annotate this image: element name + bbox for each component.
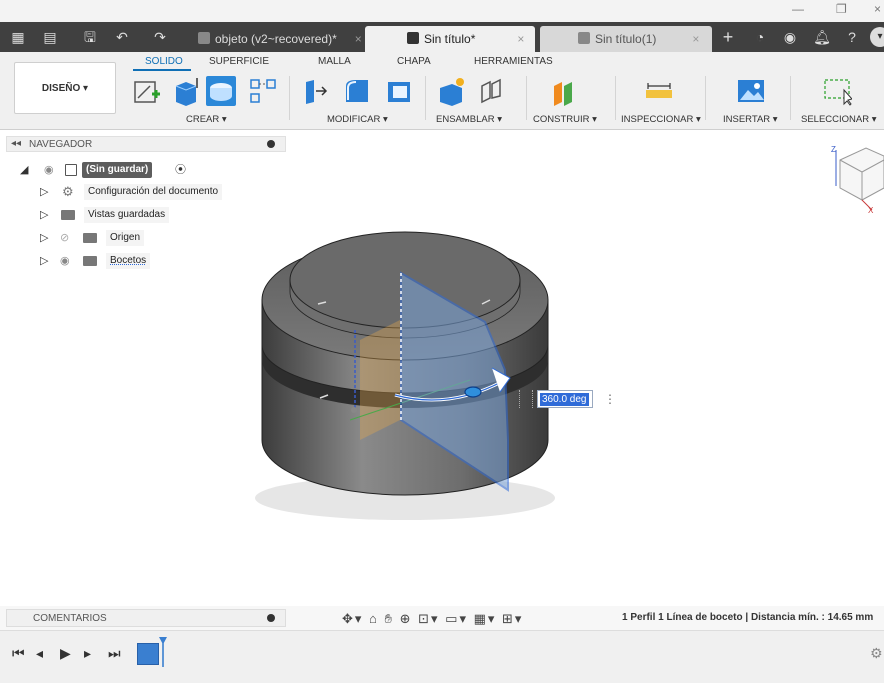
ribbon-tab-superficie[interactable]: SUPERFICIE	[209, 56, 269, 67]
fit-icon[interactable]: ⊡▾	[418, 611, 439, 626]
ribbon-separator	[526, 76, 527, 120]
go-to-end-icon[interactable]: ⏭	[108, 645, 121, 662]
timeline-bar: ⏮ ◂ ▶ ▸ ⏭ ⚙	[0, 630, 884, 683]
navigation-toolbar: ✥▾ ⌂ ✋︎ ⊕ ⊡▾ ▭▾ ▦▾ ⊞▾	[342, 611, 523, 627]
comments-panel-header[interactable]: COMENTARIOS	[6, 609, 286, 627]
group-label-ensamblar[interactable]: ENSAMBLAR ▾	[436, 114, 502, 125]
pan-icon[interactable]: ✋︎	[385, 611, 394, 626]
group-label-seleccionar[interactable]: SELECCIONAR ▾	[801, 114, 877, 125]
extensions-icon[interactable]: ◔	[750, 27, 770, 47]
ribbon-toolbar: SOLIDO SUPERFICIE MALLA CHAPA HERRAMIENT…	[0, 52, 884, 130]
group-label-crear[interactable]: CREAR ▾	[186, 114, 227, 125]
notifications-icon[interactable]: 🔔︎	[812, 27, 832, 47]
active-tab-indicator	[133, 69, 191, 71]
document-cube-icon	[578, 32, 590, 44]
ribbon-separator	[615, 76, 616, 120]
display-settings-icon[interactable]: ▭▾	[445, 611, 468, 626]
job-status-icon[interactable]: ◉	[780, 27, 800, 47]
joint-icon[interactable]	[476, 76, 506, 106]
timeline-settings-icon[interactable]: ⚙	[870, 645, 883, 662]
viewcube-z-label: Z	[831, 145, 836, 154]
fillet-icon[interactable]	[342, 76, 372, 106]
new-component-icon[interactable]	[436, 76, 466, 106]
bottom-status-bar: COMENTARIOS ✥▾ ⌂ ✋︎ ⊕ ⊡▾ ▭▾ ▦▾ ⊞▾ 1 Perf…	[0, 606, 884, 630]
orbit-icon[interactable]: ✥▾	[342, 611, 363, 626]
redo-icon[interactable]: ↷	[150, 27, 170, 47]
viewcube-x-label: X	[868, 206, 874, 215]
extrude-icon[interactable]	[170, 76, 200, 106]
play-icon[interactable]: ▶	[60, 645, 71, 662]
ribbon-tab-solido[interactable]: SOLIDO	[145, 56, 183, 67]
group-label-modificar[interactable]: MODIFICAR ▾	[327, 114, 388, 125]
insert-image-icon[interactable]	[736, 76, 766, 106]
look-at-icon[interactable]: ⌂	[369, 611, 379, 626]
create-sketch-icon[interactable]	[132, 76, 162, 106]
step-back-icon[interactable]: ◂	[36, 645, 43, 662]
close-window-icon[interactable]: ×	[874, 2, 881, 16]
comments-pin-icon[interactable]	[267, 614, 275, 622]
minimize-icon[interactable]: —	[792, 2, 804, 16]
ribbon-separator	[790, 76, 791, 120]
measure-icon[interactable]	[644, 76, 674, 106]
viewports-icon[interactable]: ⊞▾	[502, 611, 523, 626]
close-tab-icon[interactable]: ×	[355, 32, 362, 46]
save-icon[interactable]: 🖫	[80, 27, 100, 47]
design-workspace-button[interactable]: DISEÑO ▾	[14, 62, 116, 114]
angle-dimension-input[interactable]: 360.0 deg	[537, 390, 593, 408]
pattern-icon[interactable]	[248, 76, 278, 106]
group-label-insertar[interactable]: INSERTAR ▾	[723, 114, 778, 125]
step-forward-icon[interactable]: ▸	[84, 645, 91, 662]
ribbon-tab-malla[interactable]: MALLA	[318, 56, 351, 67]
more-options-icon[interactable]: ⋮	[604, 392, 616, 406]
close-tab-icon[interactable]: ×	[692, 32, 699, 46]
drag-handle-icon[interactable]	[519, 390, 533, 408]
revolve-icon[interactable]	[206, 76, 236, 106]
document-cube-icon	[198, 32, 210, 44]
select-icon[interactable]	[822, 76, 852, 106]
ribbon-tab-chapa[interactable]: CHAPA	[397, 56, 431, 67]
timeline-marker-handle[interactable]	[159, 637, 167, 667]
offset-plane-icon[interactable]	[550, 76, 580, 106]
ribbon-separator	[705, 76, 706, 120]
zoom-icon[interactable]: ⊕	[400, 611, 413, 626]
ribbon-separator	[425, 76, 426, 120]
document-cube-icon	[407, 32, 419, 44]
press-pull-icon[interactable]	[300, 76, 330, 106]
shell-icon[interactable]	[384, 76, 414, 106]
timeline-sketch-feature[interactable]	[137, 643, 159, 665]
document-tab-bar: ▦ ▤ 🖫 ↶ ↷ objeto (v2~recovered)* × Sin tí…	[0, 22, 884, 52]
apps-grid-icon[interactable]: ▦	[8, 27, 28, 47]
selection-status-text: 1 Perfil 1 Línea de boceto | Distancia m…	[622, 612, 874, 623]
restore-icon[interactable]: ❐	[836, 2, 847, 16]
new-tab-icon[interactable]: +	[718, 27, 738, 47]
ribbon-separator	[289, 76, 290, 120]
tab-sin-titulo-1[interactable]: Sin título(1) ×	[540, 26, 712, 52]
close-tab-icon[interactable]: ×	[517, 32, 524, 46]
angle-value[interactable]: 360.0 deg	[540, 393, 589, 406]
window-title-bar: — ❐ ×	[0, 0, 884, 22]
3d-viewport[interactable]: Z X	[0, 130, 884, 606]
undo-icon[interactable]: ↶	[112, 27, 132, 47]
user-avatar[interactable]: ▾	[870, 27, 884, 47]
ribbon-tab-herramientas[interactable]: HERRAMIENTAS	[474, 56, 553, 67]
view-cube[interactable]	[835, 147, 884, 211]
file-menu-icon[interactable]: ▤	[40, 27, 60, 47]
go-to-start-icon[interactable]: ⏮	[12, 645, 25, 662]
tab-objeto[interactable]: objeto (v2~recovered)* ×	[188, 26, 372, 52]
grid-settings-icon[interactable]: ▦▾	[474, 611, 497, 626]
group-label-construir[interactable]: CONSTRUIR ▾	[533, 114, 597, 125]
help-icon[interactable]: ?	[842, 27, 862, 47]
group-label-inspeccionar[interactable]: INSPECCIONAR ▾	[621, 114, 701, 125]
comments-title: COMENTARIOS	[33, 613, 107, 624]
tab-sin-titulo[interactable]: Sin título* ×	[365, 26, 535, 52]
